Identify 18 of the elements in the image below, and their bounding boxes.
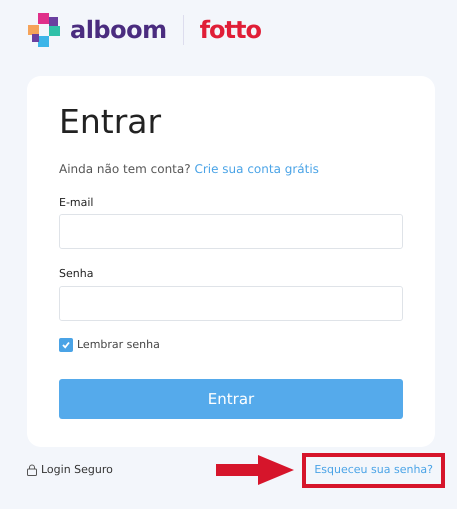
field-label: E-mail [59,194,94,211]
input-field[interactable] [59,214,403,250]
checkbox-label: Lembrar senha [77,336,160,353]
lock-icon [27,464,37,476]
brand-name: fotto [200,15,261,46]
check-icon [61,340,71,350]
signup-prompt: Ainda não tem conta? [59,162,191,176]
input-field[interactable] [59,286,403,321]
submit-button[interactable]: Entrar [59,379,403,420]
arrow-icon [216,455,294,486]
page-title: Entrar [59,102,162,142]
secure-label: Login Seguro [41,462,113,478]
signup-link[interactable]: Crie sua conta grátis [194,162,319,176]
logo-icon [26,12,62,48]
field-label: Senha [59,266,94,282]
checkbox[interactable] [59,338,73,352]
brand-name: alboom [70,15,167,46]
forgot-password-link[interactable]: Esqueceu sua senha? [314,463,433,476]
